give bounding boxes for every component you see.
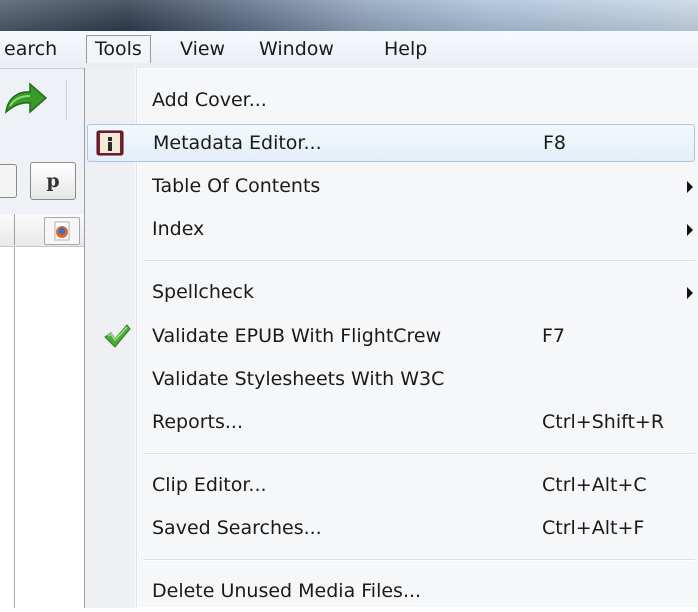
submenu-arrow-icon xyxy=(687,287,693,299)
menu-item-label: Index xyxy=(152,218,205,240)
menu-item-index[interactable]: Index xyxy=(85,210,698,250)
redo-button[interactable] xyxy=(0,78,50,122)
menu-separator xyxy=(143,559,695,560)
menu-item-label: Delete Unused Media Files... xyxy=(152,580,422,602)
menu-tools[interactable]: Tools xyxy=(86,35,151,63)
submenu-arrow-icon xyxy=(687,224,693,236)
menu-bar: earch Tools View Window Help xyxy=(0,31,698,69)
menu-help[interactable]: Help xyxy=(378,37,433,62)
menu-item-validate-epub[interactable]: Validate EPUB With FlightCrew F7 xyxy=(85,317,698,357)
menu-item-shortcut: Ctrl+Alt+F xyxy=(542,517,645,539)
toolbar-button-partial[interactable] xyxy=(0,164,17,198)
menu-item-label: Metadata Editor... xyxy=(153,132,322,154)
menu-item-shortcut: Ctrl+Alt+C xyxy=(542,474,647,496)
metadata-editor-icon xyxy=(96,130,124,156)
submenu-arrow-icon xyxy=(687,181,693,193)
menu-separator xyxy=(143,260,695,261)
menu-item-label: Add Cover... xyxy=(152,89,267,111)
menu-item-shortcut: F8 xyxy=(543,132,567,154)
menu-item-saved-searches[interactable]: Saved Searches... Ctrl+Alt+F xyxy=(85,509,698,549)
menu-item-validate-stylesheets[interactable]: Validate Stylesheets With W3C xyxy=(85,360,698,400)
panel-tab-partial[interactable] xyxy=(0,214,15,245)
menu-item-label: Table Of Contents xyxy=(152,175,321,197)
editor-area xyxy=(15,247,84,608)
menu-item-label: Validate Stylesheets With W3C xyxy=(152,368,445,390)
redo-icon xyxy=(4,82,48,114)
menu-item-metadata-editor[interactable]: Metadata Editor... F8 xyxy=(87,124,695,162)
paragraph-format-button[interactable]: p xyxy=(30,162,76,200)
menu-item-add-cover[interactable]: Add Cover... xyxy=(85,81,698,121)
menu-window[interactable]: Window xyxy=(253,37,340,62)
menu-item-clip-editor[interactable]: Clip Editor... Ctrl+Alt+C xyxy=(85,466,698,506)
menu-item-shortcut: Ctrl+Shift+R xyxy=(542,411,665,433)
menu-item-label: Saved Searches... xyxy=(152,517,322,539)
document-tab[interactable] xyxy=(44,217,80,245)
tools-dropdown-menu: Add Cover... Metadata Editor... F8 Table… xyxy=(84,68,698,608)
menu-item-label: Validate EPUB With FlightCrew xyxy=(152,325,442,347)
menu-item-delete-unused-media[interactable]: Delete Unused Media Files... xyxy=(85,572,698,612)
side-panel xyxy=(0,247,15,608)
menu-item-label: Reports... xyxy=(152,411,244,433)
menu-item-shortcut: F7 xyxy=(542,325,566,347)
menu-item-reports[interactable]: Reports... Ctrl+Shift+R xyxy=(85,403,698,443)
panel-tab-bar xyxy=(0,214,84,247)
checkmark-icon xyxy=(104,324,131,348)
menu-search[interactable]: earch xyxy=(0,37,63,62)
firefox-document-icon xyxy=(54,221,70,241)
window-title-bar xyxy=(0,0,698,31)
toolbar-separator xyxy=(66,80,67,120)
menu-view[interactable]: View xyxy=(174,37,231,62)
menu-item-label: Clip Editor... xyxy=(152,474,267,496)
menu-item-table-of-contents[interactable]: Table Of Contents xyxy=(85,167,698,207)
menu-separator xyxy=(143,453,695,454)
menu-item-label: Spellcheck xyxy=(152,281,254,303)
menu-item-spellcheck[interactable]: Spellcheck xyxy=(85,273,698,313)
